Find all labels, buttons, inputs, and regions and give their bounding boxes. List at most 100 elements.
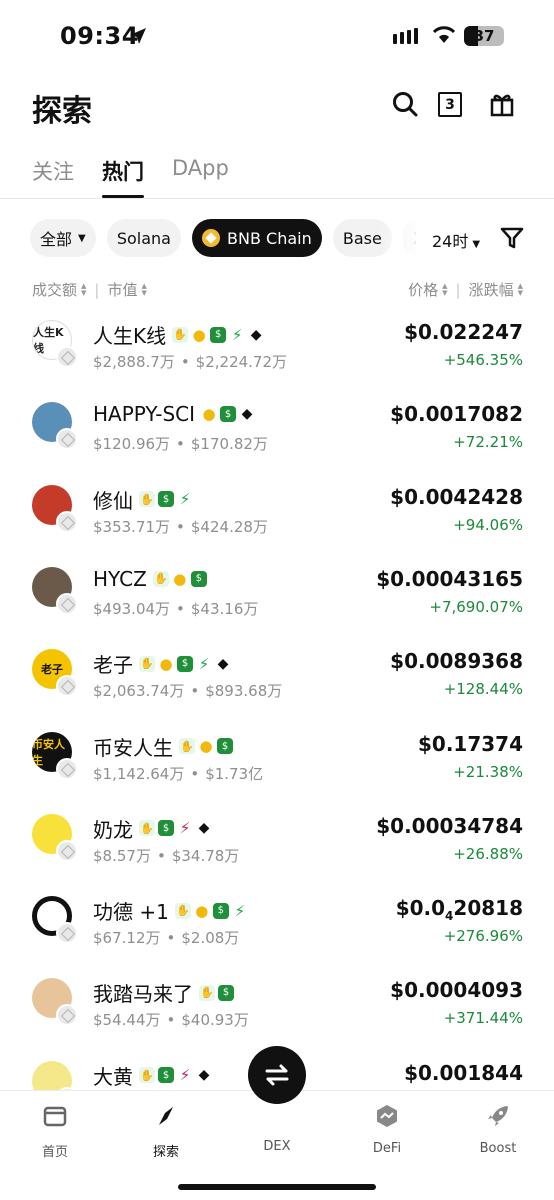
bullet: •	[166, 929, 176, 948]
price-main: $0.0004093	[390, 978, 523, 1003]
chip-all[interactable]: 全部 ▼	[30, 219, 96, 257]
nav-home[interactable]: 首页	[15, 1103, 95, 1160]
token-change: +72.21%	[453, 433, 523, 452]
chip-label: 全部	[40, 230, 73, 249]
sort-by-change[interactable]: 涨跌幅	[469, 279, 514, 300]
price-main: $0.00043165	[376, 566, 523, 591]
token-name-line: HYCZ ✋ ● $	[93, 567, 207, 591]
sort-by-volume[interactable]: 成交额	[32, 279, 77, 300]
token-stats: $2,063.74万 • $893.68万	[93, 680, 282, 701]
token-tags: ✋ $ ⚡ ◆	[139, 1066, 212, 1084]
battery-icon: 37	[464, 26, 504, 46]
chain-badge-icon	[56, 1004, 78, 1027]
sort-by-price[interactable]: 价格	[408, 279, 438, 300]
chain-badge-icon	[56, 346, 78, 368]
nav-label: 首页	[41, 1145, 68, 1160]
token-price: $0.0004093	[390, 978, 523, 1002]
chain-badge-icon	[56, 592, 78, 615]
token-tags: ✋ ● $ ⚡	[174, 901, 248, 920]
token-name: 人生K线	[93, 324, 167, 348]
token-name-line: 功德 +1 ✋ ● $ ⚡	[93, 896, 248, 925]
hand-icon: ✋	[152, 570, 169, 587]
token-volume: $353.71万	[93, 517, 171, 536]
token-mcap: $893.68万	[205, 682, 283, 701]
chef-hat-icon: ●	[192, 325, 206, 344]
owl-icon: ◆	[198, 820, 210, 837]
token-change: +276.96%	[443, 927, 523, 946]
token-change: +128.44%	[443, 680, 523, 699]
token-name: 币安人生	[93, 735, 173, 760]
chip-bnb-chain[interactable]: BNB Chain	[192, 219, 322, 257]
gift-icon[interactable]	[488, 90, 516, 118]
nav-label: DeFi	[372, 1141, 402, 1156]
token-tags: ✋ ● $ ⚡ ◆	[139, 655, 231, 673]
token-volume: $493.04万	[93, 599, 171, 618]
token-row[interactable]: 人生K线 人生K线 ✋ ● $ ⚡ ◆ $2,888.7万 • $2,224.72万 $0.0…	[0, 318, 554, 400]
bullet: •	[180, 353, 190, 371]
token-price: $0.0420818	[396, 896, 523, 923]
token-name: 奶龙	[93, 817, 133, 842]
token-name: HAPPY-SCI	[93, 402, 196, 427]
token-change: +94.06%	[453, 515, 523, 534]
bullet: •	[156, 846, 166, 865]
price-main: $0.0017082	[390, 402, 523, 427]
chef-hat-icon: ●	[173, 569, 187, 588]
token-row[interactable]: 功德 +1 ✋ ● $ ⚡ $67.12万 • $2.08万 $0.0420818 +276…	[0, 894, 554, 976]
tab-dapp[interactable]: DApp	[172, 156, 229, 198]
token-mcap: $1.73亿	[205, 764, 264, 783]
nav-boost[interactable]: Boost	[458, 1103, 538, 1156]
token-stats: $8.57万 • $34.78万	[93, 845, 239, 866]
battery-level: 37	[473, 27, 495, 45]
token-name-line: 老子 ✋ ● $ ⚡ ◆	[93, 649, 231, 678]
bolt-icon: ⚡	[231, 325, 243, 344]
token-row[interactable]: HYCZ ✋ ● $ $493.04万 • $43.16万 $0.00043165 +7,…	[0, 565, 554, 647]
token-mcap: $2,224.72万	[195, 353, 288, 371]
hand-icon: ✋	[139, 491, 155, 508]
sort-icon: ▲ ▼	[517, 281, 523, 297]
money-bag-icon: $	[217, 738, 233, 754]
token-price: $0.17374	[418, 732, 523, 756]
swap-arrows-icon	[265, 1064, 289, 1086]
token-row[interactable]: 修仙 ✋ $ ⚡ $353.71万 • $424.28万 $0.0042428 +94.0…	[0, 483, 554, 565]
tab-hot[interactable]: 热门	[102, 156, 144, 198]
home-indicator	[178, 1184, 376, 1190]
sort-by-mcap[interactable]: 市值	[107, 279, 137, 300]
token-name: 老子	[93, 653, 133, 678]
nav-defi[interactable]: DeFi	[347, 1103, 427, 1156]
bullet: •	[176, 435, 185, 454]
token-price: $0.0042428	[390, 485, 523, 509]
token-row[interactable]: HAPPY-SCI ● $ ◆ $120.96万 • $170.82万 $0.001708…	[0, 400, 554, 482]
token-row[interactable]: 币安人生 币安人生 ✋ ● $ $1,142.64万 • $1.73亿 $0.17374 …	[0, 730, 554, 812]
notification-button[interactable]: 3	[438, 92, 462, 117]
wifi-icon	[432, 26, 456, 43]
signal-icon	[393, 28, 418, 44]
money-bag-icon: $	[158, 491, 174, 508]
money-bag-icon: $	[212, 902, 229, 919]
token-row[interactable]: 奶龙 ✋ $ ⚡ ◆ $8.57万 • $34.78万 $0.00034784 +26.88…	[0, 812, 554, 894]
chain-badge-icon	[56, 839, 78, 862]
chip-label: Solana	[116, 228, 171, 248]
nav-dex[interactable]: DEX	[237, 1139, 317, 1154]
bullet: •	[190, 764, 200, 783]
chain-badge-icon	[56, 510, 78, 533]
token-tags: ✋ $ ⚡	[139, 490, 193, 509]
chip-label: BNB Chain	[227, 228, 312, 248]
nav-explore[interactable]: 探索	[126, 1103, 206, 1160]
token-name: 我踏马来了	[93, 982, 193, 1007]
chips-fade	[380, 219, 420, 257]
token-row[interactable]: 老子 老子 ✋ ● $ ⚡ ◆ $2,063.74万 • $893.68万 $0.008936…	[0, 647, 554, 729]
bolt-icon: ⚡	[179, 490, 191, 509]
token-name: 功德 +1	[93, 900, 169, 925]
timeframe-select[interactable]: 24时 ▼	[432, 228, 480, 252]
search-icon[interactable]	[391, 90, 419, 118]
filter-icon[interactable]	[500, 226, 524, 250]
dex-swap-button[interactable]	[248, 1046, 306, 1104]
token-name: 大黄	[93, 1064, 133, 1089]
chef-hat-icon: ●	[199, 737, 213, 755]
tab-follow[interactable]: 关注	[32, 156, 74, 198]
chip-solana[interactable]: Solana	[106, 219, 181, 257]
chain-badge-icon	[56, 757, 78, 780]
bolt-icon: ⚡	[234, 901, 246, 920]
token-mcap: $170.82万	[190, 435, 268, 454]
token-tags: ✋ ● $	[179, 737, 233, 755]
